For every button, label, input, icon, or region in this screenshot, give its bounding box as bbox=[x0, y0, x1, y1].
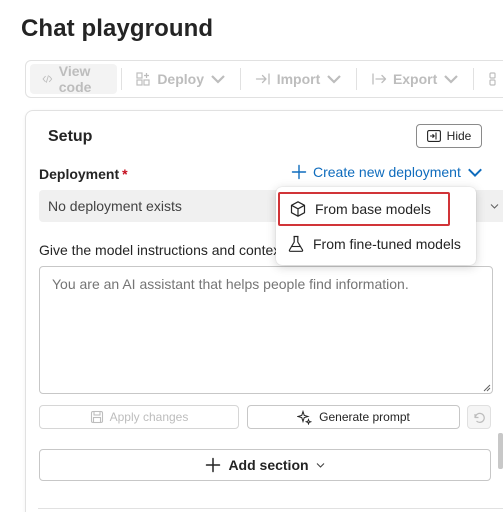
menu-item-label: From fine-tuned models bbox=[313, 236, 461, 252]
toolbar-divider bbox=[473, 68, 474, 90]
generate-prompt-button[interactable]: Generate prompt bbox=[247, 405, 460, 429]
more-tools-button[interactable] bbox=[478, 64, 503, 94]
view-code-label: View code bbox=[58, 63, 92, 95]
code-icon bbox=[42, 75, 53, 83]
reset-button[interactable] bbox=[467, 405, 491, 429]
undo-icon bbox=[474, 412, 485, 423]
instructions-label: Give the model instructions and context bbox=[39, 242, 285, 258]
export-button[interactable]: Export bbox=[361, 64, 469, 94]
resize-handle-icon[interactable] bbox=[481, 382, 491, 392]
sparkle-icon bbox=[297, 409, 313, 425]
deployment-label: Deployment * bbox=[39, 166, 128, 182]
deployment-label-text: Deployment bbox=[39, 166, 120, 182]
apply-changes-button[interactable]: Apply changes bbox=[39, 405, 239, 429]
toolbar-divider bbox=[120, 68, 122, 90]
view-code-button[interactable]: View code bbox=[30, 63, 117, 95]
divider bbox=[38, 508, 503, 509]
chevron-down-icon bbox=[444, 75, 459, 84]
generate-prompt-label: Generate prompt bbox=[319, 410, 410, 424]
page-title: Chat playground bbox=[21, 15, 214, 42]
export-label: Export bbox=[392, 71, 438, 87]
create-deployment-menu: From base models From fine-tuned models bbox=[276, 187, 476, 265]
cube-icon bbox=[136, 72, 150, 86]
flask-icon bbox=[288, 235, 304, 252]
apply-changes-label: Apply changes bbox=[109, 410, 189, 424]
deploy-label: Deploy bbox=[157, 71, 204, 87]
save-icon bbox=[90, 410, 103, 424]
plus-icon bbox=[291, 164, 307, 180]
chevron-down-icon bbox=[316, 463, 324, 468]
plus-icon bbox=[206, 457, 221, 473]
setup-panel: Setup Hide Deployment * Create new deploy… bbox=[25, 110, 503, 512]
menu-item-label: From base models bbox=[315, 201, 431, 217]
toolbar: View code Deploy Import Export bbox=[25, 60, 503, 98]
deploy-button[interactable]: Deploy bbox=[125, 64, 236, 94]
system-message-input[interactable] bbox=[39, 266, 493, 394]
deployment-select-value: No deployment exists bbox=[48, 198, 182, 214]
chevron-down-icon bbox=[467, 168, 482, 177]
collapse-panel-icon bbox=[426, 130, 441, 142]
toolbar-divider bbox=[356, 68, 357, 90]
setup-title: Setup bbox=[48, 128, 93, 145]
import-label: Import bbox=[276, 71, 321, 87]
create-deployment-label: Create new deployment bbox=[313, 164, 461, 180]
chevron-down-icon bbox=[490, 204, 499, 209]
hide-label: Hide bbox=[446, 129, 472, 143]
export-icon bbox=[372, 73, 387, 85]
import-button[interactable]: Import bbox=[245, 64, 353, 94]
chevron-down-icon bbox=[211, 75, 225, 84]
add-section-button[interactable]: Add section bbox=[39, 449, 491, 481]
import-icon bbox=[255, 73, 270, 85]
grid-icon bbox=[489, 72, 496, 86]
menu-item-from-base-models[interactable]: From base models bbox=[278, 192, 450, 226]
chevron-down-icon bbox=[327, 75, 342, 84]
cube-icon bbox=[290, 201, 306, 217]
add-section-label: Add section bbox=[228, 457, 309, 473]
required-mark: * bbox=[122, 166, 128, 182]
menu-item-from-fine-tuned-models[interactable]: From fine-tuned models bbox=[278, 227, 474, 261]
hide-button[interactable]: Hide bbox=[416, 124, 482, 148]
scrollbar-thumb[interactable] bbox=[498, 433, 503, 469]
toolbar-divider bbox=[240, 68, 241, 90]
create-deployment-link[interactable]: Create new deployment bbox=[291, 164, 483, 180]
